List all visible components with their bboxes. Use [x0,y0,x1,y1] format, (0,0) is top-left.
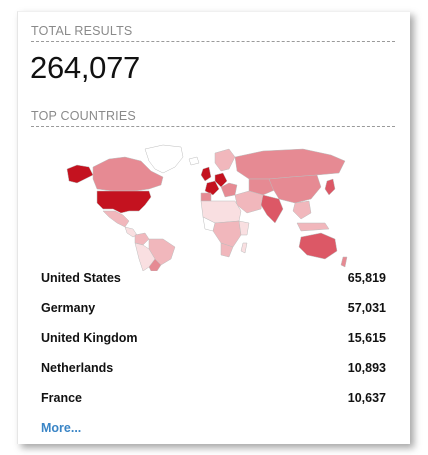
list-item: United States 65,819 [41,267,386,297]
country-name: Germany [41,301,96,315]
map-region-australia[interactable] [298,232,338,260]
map-region-indonesia[interactable] [296,222,330,232]
country-count: 15,615 [347,331,386,345]
map-region-russia[interactable] [234,148,346,180]
map-region-mexico[interactable] [102,210,130,228]
country-count: 10,637 [347,391,386,405]
world-choropleth-map[interactable] [63,139,353,271]
country-name: United States [41,271,121,285]
top-countries-list: United States 65,819 Germany 57,031 Unit… [41,267,386,417]
total-results-value: 264,077 [30,50,140,85]
map-region-central-africa[interactable] [212,220,242,248]
list-item: France 10,637 [41,387,386,417]
map-region-japan[interactable] [324,178,336,196]
total-results-heading: TOTAL RESULTS [31,24,395,42]
map-region-united-states[interactable] [96,190,152,214]
map-region-madagascar[interactable] [240,242,248,254]
more-countries-link[interactable]: More... [41,421,81,435]
map-region-united-kingdom[interactable] [200,166,212,182]
results-panel: TOTAL RESULTS 264,077 TOP COUNTRIES Unit… [17,11,410,444]
map-region-iberia[interactable] [200,192,212,202]
top-countries-heading: TOP COUNTRIES [31,109,395,127]
map-region-southeast-asia[interactable] [292,200,312,220]
map-region-central-europe[interactable] [220,182,238,198]
country-count: 10,893 [347,361,386,375]
map-region-colombia[interactable] [134,232,150,246]
map-region-scandinavia[interactable] [214,148,236,172]
country-count: 65,819 [347,271,386,285]
country-count: 57,031 [347,301,386,315]
map-region-east-africa[interactable] [238,220,250,236]
country-name: United Kingdom [41,331,138,345]
map-region-greenland[interactable] [144,144,184,174]
list-item: Germany 57,031 [41,297,386,327]
list-item: United Kingdom 15,615 [41,327,386,357]
map-region-new-zealand[interactable] [340,256,348,268]
map-region-alaska[interactable] [66,164,94,184]
country-name: Netherlands [41,361,114,375]
country-name: France [41,391,82,405]
map-region-iceland[interactable] [188,156,200,166]
list-item: Netherlands 10,893 [41,357,386,387]
